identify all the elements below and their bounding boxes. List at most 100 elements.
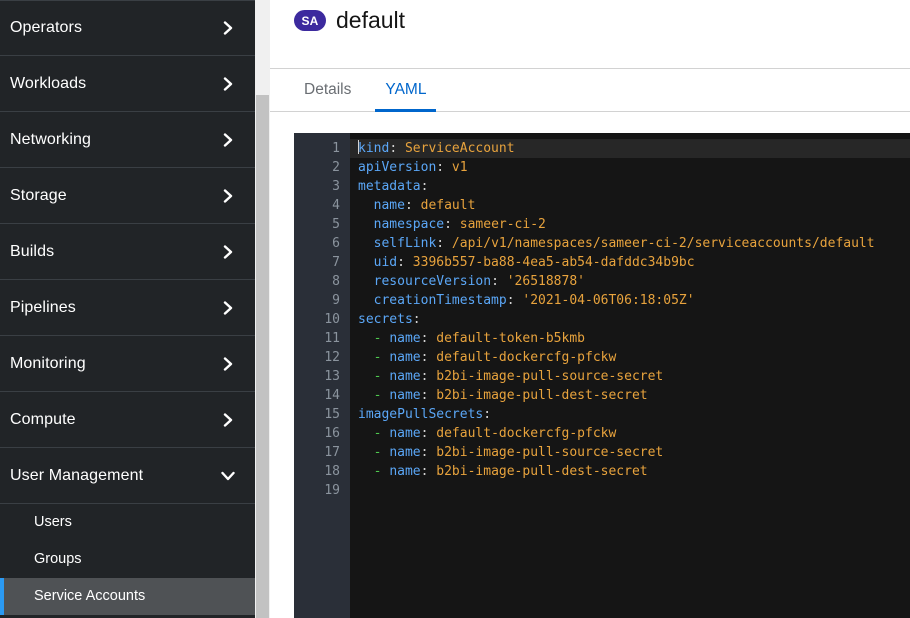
sidebar-item-pipelines[interactable]: Pipelines: [0, 280, 255, 336]
line-number: 13: [324, 369, 340, 384]
code-line: - name: default-dockercfg-pfckw: [373, 350, 617, 365]
sidebar-item-label: Builds: [10, 242, 55, 260]
code-line: creationTimestamp: '2021-04-06T06:18:05Z…: [373, 293, 695, 308]
tab-bar: Details YAML: [270, 68, 910, 112]
code-line: - name: b2bi-image-pull-dest-secret: [373, 388, 648, 403]
yaml-key: name: [389, 369, 421, 384]
sidebar-item-user-management[interactable]: User Management: [0, 448, 255, 504]
line-number: 3: [332, 179, 340, 194]
code-line: apiVersion: v1: [358, 160, 468, 175]
code-line: metadata:: [358, 179, 429, 194]
sidebar-item-groups[interactable]: Groups: [0, 541, 255, 578]
yaml-list-dash: -: [373, 350, 390, 365]
sidebar-subitem-label: Users: [34, 514, 72, 531]
line-number: 14: [324, 388, 340, 403]
line-number: 5: [332, 217, 340, 232]
yaml-value: '26518878': [498, 274, 585, 289]
chevron-right-icon: [221, 244, 235, 259]
sidebar-item-users[interactable]: Users: [0, 504, 255, 541]
line-number: 9: [332, 293, 340, 308]
yaml-value: default: [412, 198, 476, 213]
line-number: 19: [324, 483, 340, 498]
yaml-value: b2bi-image-pull-source-secret: [428, 445, 664, 460]
sidebar-scrollbar-thumb[interactable]: [256, 95, 269, 618]
resource-heading: SA default: [294, 7, 406, 33]
chevron-right-icon: [221, 412, 235, 427]
yaml-key: secrets: [358, 312, 413, 327]
yaml-list-dash: -: [373, 445, 390, 460]
yaml-key: uid: [373, 255, 398, 270]
page-title: default: [336, 7, 406, 33]
sidebar-item-monitoring[interactable]: Monitoring: [0, 336, 255, 392]
sidebar-item-label: Pipelines: [10, 298, 76, 316]
sidebar-item-networking[interactable]: Networking: [0, 112, 255, 168]
yaml-value: sameer-ci-2: [451, 217, 546, 232]
sidebar-item-compute[interactable]: Compute: [0, 392, 255, 448]
code-line: - name: default-dockercfg-pfckw: [373, 426, 617, 441]
code-line: - name: b2bi-image-pull-source-secret: [373, 445, 664, 460]
code-line: name: default: [373, 198, 476, 213]
editor-code-area[interactable]: kind: ServiceAccount apiVersion: v1 metada…: [350, 133, 910, 618]
yaml-value: b2bi-image-pull-dest-secret: [428, 388, 648, 403]
sidebar-item-label: Networking: [10, 130, 92, 148]
user-management-submenu: Users Groups Service Accounts: [0, 504, 255, 615]
yaml-value: /api/v1/namespaces/sameer-ci-2/serviceac…: [444, 236, 875, 251]
code-line: uid: 3396b557-ba88-4ea5-ab54-dafddc34b9b…: [373, 255, 695, 270]
yaml-key: name: [389, 331, 421, 346]
sidebar-item-operators[interactable]: Operators: [0, 0, 255, 56]
code-line: selfLink: /api/v1/namespaces/sameer-ci-2…: [373, 236, 875, 251]
yaml-value: v1: [444, 160, 468, 175]
sidebar-navigation: Operators Workloads Networking Storage Build…: [0, 0, 255, 618]
editor-line-number-gutter: 1 2 3 4 5 6 7 8 9 10 11 12 13 14 15 16 17 18 19: [294, 133, 350, 618]
line-number: 4: [332, 198, 340, 213]
service-account-badge: SA: [294, 10, 326, 32]
line-number: 8: [332, 274, 340, 289]
chevron-down-icon: [221, 469, 235, 483]
chevron-right-icon: [221, 356, 235, 371]
sidebar-item-label: User Management: [10, 466, 144, 484]
yaml-value: default-dockercfg-pfckw: [428, 426, 617, 441]
line-number: 6: [332, 236, 340, 251]
line-number: 15: [324, 407, 340, 422]
sidebar-item-storage[interactable]: Storage: [0, 168, 255, 224]
sidebar-item-workloads[interactable]: Workloads: [0, 56, 255, 112]
yaml-value: ServiceAccount: [397, 141, 515, 156]
yaml-key: namespace: [373, 217, 445, 232]
yaml-key: creationTimestamp: [373, 293, 507, 308]
sidebar-item-builds[interactable]: Builds: [0, 224, 255, 280]
chevron-right-icon: [221, 188, 235, 203]
line-number: 10: [324, 312, 340, 327]
code-line: resourceVersion: '26518878': [373, 274, 585, 289]
sidebar-item-label: Operators: [10, 19, 83, 36]
sidebar-item-label: Storage: [10, 186, 67, 204]
chevron-right-icon: [221, 132, 235, 147]
chevron-right-icon: [221, 300, 235, 315]
page-header: SA default: [270, 0, 910, 68]
yaml-list-dash: -: [373, 426, 390, 441]
tab-details[interactable]: Details: [294, 69, 361, 111]
code-line: namespace: sameer-ci-2: [373, 217, 546, 232]
yaml-key: name: [389, 426, 421, 441]
yaml-key: name: [389, 388, 421, 403]
line-number: 2: [332, 160, 340, 175]
code-line: kind: ServiceAccount: [350, 139, 910, 158]
yaml-code-editor[interactable]: 1 2 3 4 5 6 7 8 9 10 11 12 13 14 15 16 17 18 19 kind: Serv…: [294, 133, 910, 618]
line-number: 7: [332, 255, 340, 270]
code-line: - name: b2bi-image-pull-source-secret: [373, 369, 664, 384]
code-line: - name: default-token-b5kmb: [373, 331, 585, 346]
yaml-key: resourceVersion: [373, 274, 492, 289]
sidebar-subitem-label: Service Accounts: [34, 588, 146, 605]
yaml-key: apiVersion: [358, 160, 437, 175]
yaml-key: name: [389, 445, 421, 460]
tab-yaml[interactable]: YAML: [375, 69, 437, 112]
yaml-value: '2021-04-06T06:18:05Z': [514, 293, 695, 308]
line-number: 11: [324, 331, 340, 346]
yaml-editor-container: 1 2 3 4 5 6 7 8 9 10 11 12 13 14 15 16 17 18 19 kind: Serv…: [270, 112, 910, 618]
sidebar-subitem-label: Groups: [34, 551, 82, 568]
code-line: imagePullSecrets:: [358, 407, 492, 422]
app-root: Operators Workloads Networking Storage Build…: [0, 0, 910, 618]
sidebar-item-service-accounts[interactable]: Service Accounts: [0, 578, 255, 615]
code-line: secrets:: [358, 312, 421, 327]
sidebar-scrollbar-track[interactable]: [255, 0, 270, 618]
yaml-key: imagePullSecrets: [358, 407, 484, 422]
